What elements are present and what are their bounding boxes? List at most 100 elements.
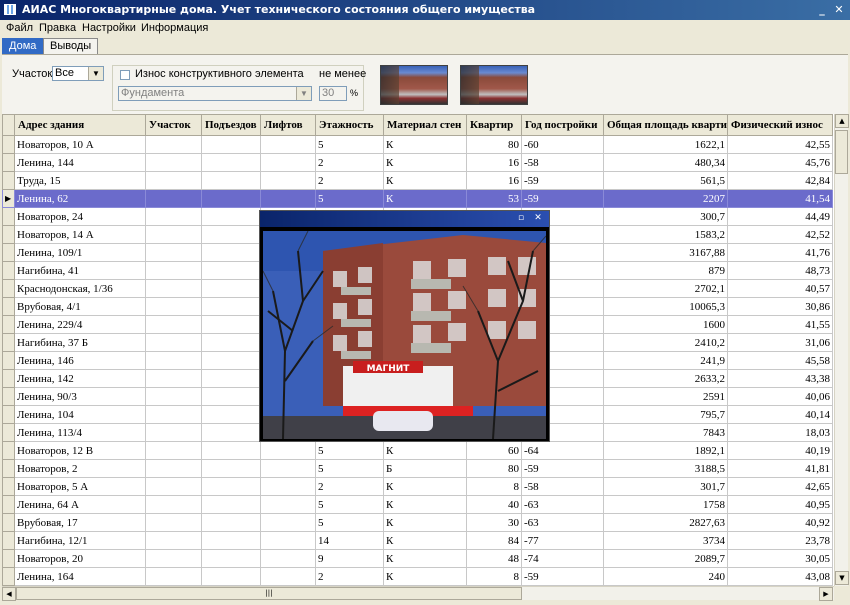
cell-entrances[interactable] <box>201 459 261 478</box>
col-header-year[interactable]: Год постройки <box>521 114 604 136</box>
cell-wear[interactable]: 41,54 <box>727 189 833 208</box>
photo-thumbnail-1[interactable] <box>380 65 448 105</box>
table-row[interactable]: Новаторов, 12 В 5 К 60 -64 1892,1 40,19 <box>2 441 833 460</box>
cell-wear[interactable]: 45,58 <box>727 351 833 370</box>
cell-lifts[interactable] <box>260 531 316 550</box>
cell-address[interactable]: Нагибина, 12/1 <box>14 531 146 550</box>
cell-area[interactable]: 2633,2 <box>603 369 728 388</box>
cell-district[interactable] <box>145 135 202 154</box>
cell-area[interactable]: 1758 <box>603 495 728 514</box>
cell-entrances[interactable] <box>201 495 261 514</box>
menu-settings[interactable]: Настройки <box>82 22 136 34</box>
cell-district[interactable] <box>145 333 202 352</box>
close-button[interactable]: ✕ <box>832 3 846 16</box>
row-indicator[interactable] <box>2 135 15 154</box>
cell-wear[interactable]: 41,55 <box>727 315 833 334</box>
cell-year[interactable]: -58 <box>521 153 604 172</box>
cell-wear[interactable]: 30,86 <box>727 297 833 316</box>
cell-area[interactable]: 10065,3 <box>603 297 728 316</box>
cell-walls[interactable]: К <box>383 189 467 208</box>
cell-floors[interactable]: 2 <box>315 171 384 190</box>
cell-wear[interactable]: 43,08 <box>727 567 833 586</box>
cell-address[interactable]: Новаторов, 5 А <box>14 477 146 496</box>
tab-conclusions[interactable]: Выводы <box>43 38 99 54</box>
cell-walls[interactable]: К <box>383 135 467 154</box>
cell-year[interactable]: -58 <box>521 477 604 496</box>
cell-wear[interactable]: 45,76 <box>727 153 833 172</box>
cell-district[interactable] <box>145 441 202 460</box>
cell-address[interactable]: Новаторов, 2 <box>14 459 146 478</box>
cell-walls[interactable]: К <box>383 549 467 568</box>
cell-address[interactable]: Врубовая, 17 <box>14 513 146 532</box>
row-indicator[interactable] <box>2 261 15 280</box>
table-row[interactable]: Нагибина, 12/1 14 К 84 -77 3734 23,78 <box>2 531 833 550</box>
cell-entrances[interactable] <box>201 351 261 370</box>
cell-address[interactable]: Ленина, 229/4 <box>14 315 146 334</box>
row-indicator[interactable] <box>2 405 15 424</box>
cell-lifts[interactable] <box>260 153 316 172</box>
vertical-scrollbar[interactable]: ▲ ▼ <box>834 114 849 586</box>
cell-walls[interactable]: К <box>383 567 467 586</box>
wear-checkbox[interactable] <box>120 70 130 80</box>
cell-address[interactable]: Новаторов, 14 А <box>14 225 146 244</box>
row-indicator[interactable] <box>2 477 15 496</box>
cell-lifts[interactable] <box>260 459 316 478</box>
row-indicator[interactable] <box>2 351 15 370</box>
cell-lifts[interactable] <box>260 135 316 154</box>
cell-area[interactable]: 2591 <box>603 387 728 406</box>
row-indicator[interactable] <box>2 495 15 514</box>
cell-entrances[interactable] <box>201 153 261 172</box>
cell-area[interactable]: 240 <box>603 567 728 586</box>
menu-edit[interactable]: Правка <box>39 22 76 34</box>
cell-lifts[interactable] <box>260 549 316 568</box>
row-indicator[interactable] <box>2 567 15 586</box>
cell-flats[interactable]: 84 <box>466 531 522 550</box>
cell-area[interactable]: 241,9 <box>603 351 728 370</box>
cell-entrances[interactable] <box>201 261 261 280</box>
cell-district[interactable] <box>145 279 202 298</box>
cell-district[interactable] <box>145 477 202 496</box>
cell-district[interactable] <box>145 369 202 388</box>
cell-entrances[interactable] <box>201 297 261 316</box>
cell-floors[interactable]: 9 <box>315 549 384 568</box>
cell-entrances[interactable] <box>201 171 261 190</box>
cell-district[interactable] <box>145 549 202 568</box>
cell-year[interactable]: -63 <box>521 513 604 532</box>
cell-lifts[interactable] <box>260 477 316 496</box>
popup-title-bar[interactable]: ▫ ✕ <box>260 211 549 227</box>
cell-address[interactable]: Ленина, 64 А <box>14 495 146 514</box>
cell-entrances[interactable] <box>201 531 261 550</box>
cell-wear[interactable]: 23,78 <box>727 531 833 550</box>
cell-entrances[interactable] <box>201 189 261 208</box>
cell-address[interactable]: Ленина, 113/4 <box>14 423 146 442</box>
scroll-right-icon[interactable]: ▶ <box>819 587 833 601</box>
cell-area[interactable]: 300,7 <box>603 207 728 226</box>
cell-area[interactable]: 3167,88 <box>603 243 728 262</box>
table-row[interactable]: Врубовая, 17 5 К 30 -63 2827,63 40,92 <box>2 513 833 532</box>
cell-address[interactable]: Врубовая, 4/1 <box>14 297 146 316</box>
table-row[interactable]: Новаторов, 2 5 Б 80 -59 3188,5 41,81 <box>2 459 833 478</box>
cell-entrances[interactable] <box>201 207 261 226</box>
row-indicator[interactable] <box>2 225 15 244</box>
cell-district[interactable] <box>145 495 202 514</box>
cell-district[interactable] <box>145 207 202 226</box>
cell-entrances[interactable] <box>201 243 261 262</box>
cell-floors[interactable]: 5 <box>315 135 384 154</box>
cell-address[interactable]: Новаторов, 24 <box>14 207 146 226</box>
cell-wear[interactable]: 42,84 <box>727 171 833 190</box>
photo-thumbnail-2[interactable] <box>460 65 528 105</box>
cell-entrances[interactable] <box>201 441 261 460</box>
cell-flats[interactable]: 8 <box>466 567 522 586</box>
row-indicator[interactable] <box>2 423 15 442</box>
cell-district[interactable] <box>145 513 202 532</box>
cell-year[interactable]: -64 <box>521 441 604 460</box>
cell-year[interactable]: -60 <box>521 135 604 154</box>
cell-district[interactable] <box>145 567 202 586</box>
col-header-area[interactable]: Общая площадь квартир <box>603 114 728 136</box>
cell-wear[interactable]: 31,06 <box>727 333 833 352</box>
cell-flats[interactable]: 8 <box>466 477 522 496</box>
cell-area[interactable]: 561,5 <box>603 171 728 190</box>
cell-area[interactable]: 2410,2 <box>603 333 728 352</box>
maximize-icon[interactable]: ▫ <box>515 213 527 224</box>
table-row[interactable]: Ленина, 144 2 К 16 -58 480,34 45,76 <box>2 153 833 172</box>
